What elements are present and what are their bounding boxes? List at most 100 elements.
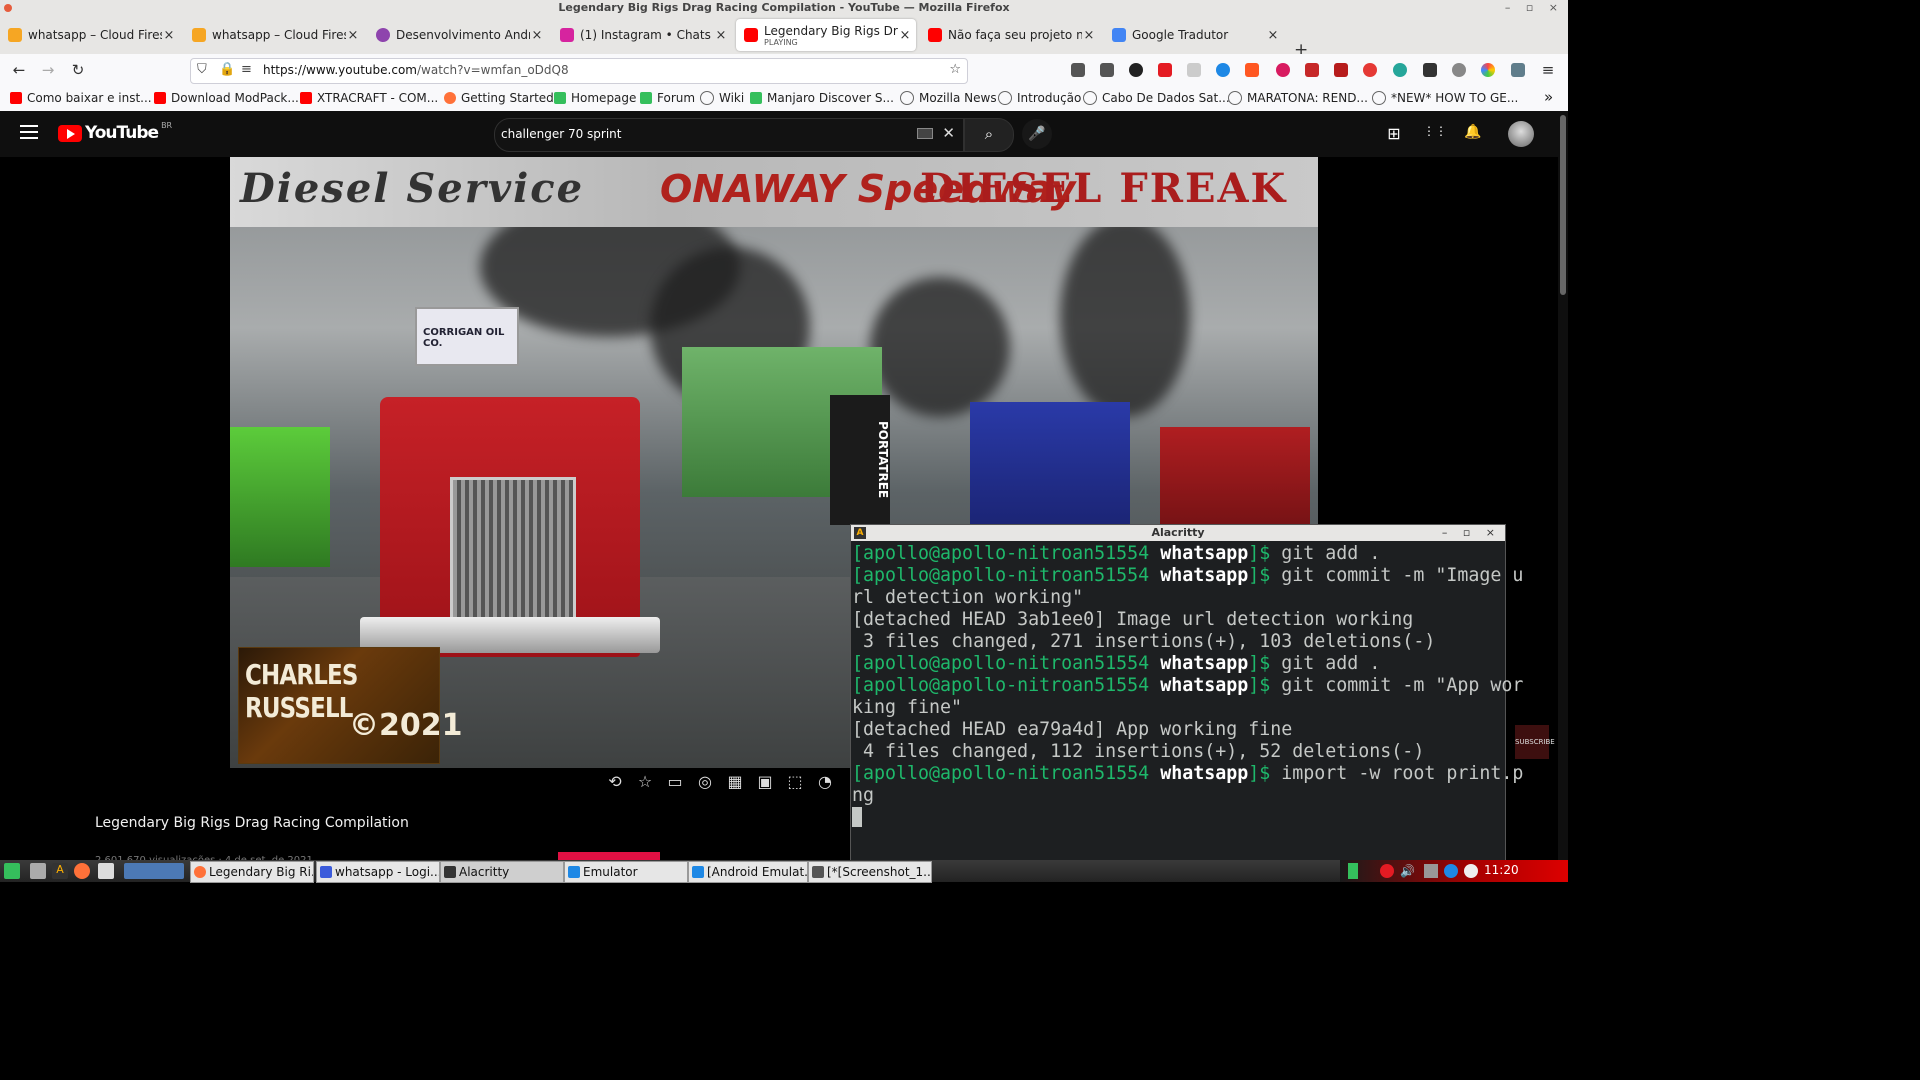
firefox-launcher-icon[interactable] — [74, 863, 90, 879]
download-icon[interactable] — [1100, 63, 1114, 77]
terminal-output[interactable]: [apollo@apollo-nitroan51554 whatsapp]$ g… — [851, 541, 1523, 829]
shield-tray-icon[interactable] — [1380, 864, 1394, 878]
extension-j-icon[interactable] — [1129, 63, 1143, 77]
close-icon[interactable]: × — [898, 28, 912, 43]
shield-icon[interactable]: ⛉ — [197, 62, 207, 77]
bookmark-item[interactable]: MARATONA: REND... — [1228, 91, 1368, 105]
bookmark-star-icon[interactable]: ☆ — [949, 62, 961, 77]
file-manager-icon[interactable] — [30, 863, 46, 879]
bookmark-item[interactable]: Cabo De Dados Sat... — [1083, 91, 1230, 105]
extension-teal-icon[interactable] — [1393, 63, 1407, 77]
extension-d-icon[interactable] — [1276, 63, 1290, 77]
search-query[interactable]: challenger 70 sprint — [501, 127, 622, 141]
close-icon[interactable]: × — [1266, 28, 1280, 43]
window-icon[interactable]: ▣ — [750, 772, 780, 796]
network-icon[interactable] — [1424, 864, 1438, 878]
bookmark-item[interactable]: Download ModPack... — [154, 91, 299, 105]
taskbar-item-alacritty[interactable]: Alacritty — [440, 861, 564, 883]
extension-s-icon[interactable] — [1187, 63, 1201, 77]
workspace-switcher[interactable] — [124, 863, 184, 879]
bookmark-item[interactable]: Forum — [640, 91, 695, 105]
bookmark-item[interactable]: XTRACRAFT - COM... — [300, 91, 438, 105]
notifications-bell-icon[interactable]: 🔔 — [1463, 124, 1483, 140]
subscribe-badge[interactable]: SUBSCRIBE — [1515, 725, 1555, 759]
bookmark-item[interactable]: Como baixar e inst... — [10, 91, 152, 105]
guide-menu-icon[interactable] — [20, 125, 38, 139]
apps-grid-icon[interactable]: ⋮⋮ — [1423, 124, 1447, 138]
taskbar-item-whatsapp[interactable]: whatsapp - Logi... — [316, 861, 440, 883]
bookmark-item[interactable]: Manjaro Discover S... — [750, 91, 894, 105]
bluetooth-icon[interactable] — [1444, 864, 1458, 878]
scrollbar-thumb[interactable] — [1560, 115, 1566, 295]
pocket-icon[interactable] — [1071, 63, 1085, 77]
close-icon[interactable]: × — [714, 28, 728, 43]
search-input[interactable]: challenger 70 sprint ✕ — [494, 118, 964, 152]
frame-icon[interactable]: ⬚ — [780, 772, 810, 796]
clock[interactable]: 11:20 — [1484, 863, 1519, 877]
screenshot-icon[interactable]: ◎ — [690, 772, 720, 796]
bookmark-item[interactable]: Mozilla News — [900, 91, 997, 105]
extension-u-icon[interactable] — [1363, 63, 1377, 77]
tab-youtube-project[interactable]: Não faça seu projeto no × — [920, 19, 1100, 51]
tab-whatsapp-firestore-1[interactable]: whatsapp – Cloud Firesto × — [0, 19, 180, 51]
close-icon[interactable]: × — [530, 28, 544, 43]
tab-instagram[interactable]: (1) Instagram • Chats × — [552, 19, 732, 51]
tab-youtube-active[interactable]: Legendary Big Rigs Drag PLAYING × — [736, 19, 916, 51]
clapper-icon[interactable]: ▦ — [720, 772, 750, 796]
pip-icon[interactable]: ▭ — [660, 772, 690, 796]
close-icon[interactable]: × — [1082, 28, 1096, 43]
extension-shield-icon[interactable] — [1158, 63, 1172, 77]
extension-blue-icon[interactable] — [1216, 63, 1230, 77]
eyedropper-icon[interactable] — [1511, 63, 1525, 77]
hamburger-menu-icon[interactable]: ≡ — [1538, 60, 1558, 80]
forward-button[interactable]: → — [38, 60, 58, 80]
clear-search-icon[interactable]: ✕ — [942, 124, 955, 142]
bookmark-item[interactable]: Wiki — [700, 91, 744, 105]
speed-icon[interactable]: ◔ — [810, 772, 840, 796]
cpu-monitor-icon[interactable] — [1348, 863, 1358, 879]
create-video-icon[interactable]: ⊞ — [1384, 124, 1404, 143]
permissions-icon[interactable]: ≡ — [241, 62, 252, 77]
show-desktop-icon[interactable] — [98, 863, 114, 879]
extension-video-icon[interactable] — [1334, 63, 1348, 77]
bookmarks-overflow-button[interactable]: » — [1544, 88, 1553, 106]
tab-desenvolvimento-android[interactable]: Desenvolvimento Androi × — [368, 19, 548, 51]
bookmark-item[interactable]: Getting Started — [444, 91, 554, 105]
close-icon[interactable]: × — [162, 28, 176, 43]
extension-dark-icon[interactable] — [1423, 63, 1437, 77]
bookmark-item[interactable]: Introdução — [998, 91, 1081, 105]
bookmark-item[interactable]: Homepage — [554, 91, 636, 105]
taskbar-item-screenshot[interactable]: [*[Screenshot_1... — [808, 861, 932, 883]
avatar[interactable] — [1508, 121, 1534, 147]
keyboard-icon[interactable] — [917, 128, 933, 139]
alacritty-window[interactable]: A Alacritty – ▫ × [apollo@apollo-nitroan… — [850, 524, 1523, 862]
taskbar-item-android-emulator[interactable]: [Android Emulat... — [688, 861, 808, 883]
alacritty-launcher-icon[interactable]: A — [52, 863, 68, 879]
extension-play-icon[interactable] — [1452, 63, 1466, 77]
extension-orange-icon[interactable] — [1245, 63, 1259, 77]
taskbar-item-emulator[interactable]: Emulator — [564, 861, 688, 883]
page-scrollbar[interactable] — [1558, 111, 1568, 860]
close-icon[interactable]: × — [346, 28, 360, 43]
voice-search-icon[interactable]: 🎤 — [1022, 119, 1052, 149]
tab-whatsapp-firestore-2[interactable]: whatsapp – Cloud Firesto × — [184, 19, 364, 51]
youtube-logo[interactable]: YouTube BR — [58, 121, 172, 143]
back-button[interactable]: ← — [9, 60, 29, 80]
search-button[interactable]: ⌕ — [964, 118, 1014, 152]
bookmark-item[interactable]: *NEW* HOW TO GE... — [1372, 91, 1518, 105]
reload-button[interactable]: ↻ — [68, 60, 88, 80]
volume-icon[interactable]: 🔊 — [1400, 864, 1415, 878]
manjaro-menu-icon[interactable] — [4, 863, 20, 879]
window-controls[interactable]: – ▫ × — [1505, 0, 1564, 16]
terminal-titlebar[interactable]: A Alacritty – ▫ × — [851, 525, 1505, 541]
tab-google-tradutor[interactable]: Google Tradutor × — [1104, 19, 1284, 51]
url-text[interactable]: https://www.youtube.com/watch?v=wmfan_oD… — [263, 63, 569, 77]
loop-icon[interactable]: ⟲ — [600, 772, 630, 796]
terminal-window-controls[interactable]: – ▫ × — [1442, 525, 1501, 541]
extension-pen-icon[interactable] — [1305, 63, 1319, 77]
taskbar-item-firefox[interactable]: Legendary Big Ri... — [190, 861, 314, 883]
lock-icon[interactable]: 🔒 — [219, 62, 235, 77]
extension-color-icon[interactable] — [1481, 63, 1495, 77]
update-icon[interactable] — [1464, 864, 1478, 878]
url-bar[interactable]: ⛉ 🔒 ≡ https://www.youtube.com/watch?v=wm… — [190, 58, 968, 84]
